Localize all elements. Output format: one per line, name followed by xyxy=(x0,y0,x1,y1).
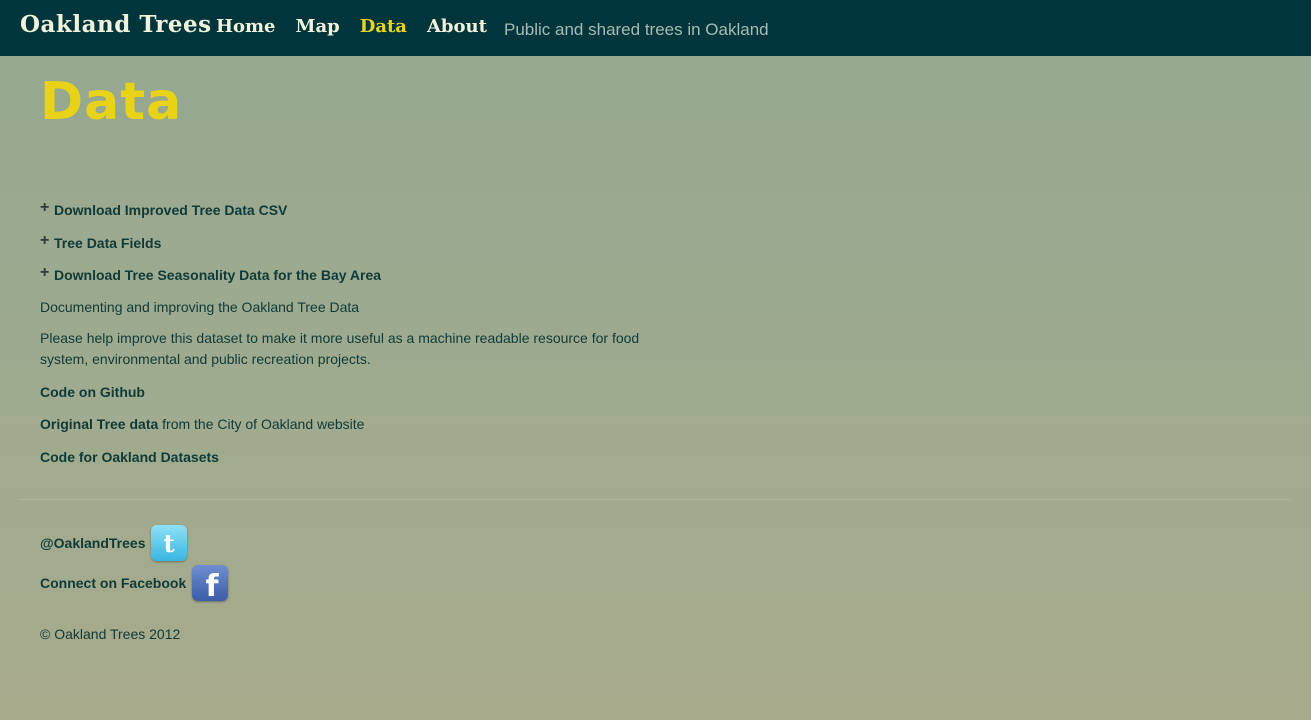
twitter-row: @OaklandTrees t xyxy=(40,525,188,561)
top-navbar: Oakland Trees Home Map Data About Public… xyxy=(0,0,1311,56)
intro-text: Documenting and improving the Oakland Tr… xyxy=(40,299,360,315)
section-toggle-data-fields[interactable]: + Tree Data Fields xyxy=(40,232,162,252)
facebook-icon[interactable]: f xyxy=(192,565,229,601)
nav-home[interactable]: Home xyxy=(216,16,276,37)
section-toggle-download-csv[interactable]: + Download Improved Tree Data CSV xyxy=(40,199,288,219)
nav-about[interactable]: About xyxy=(427,16,487,37)
plus-icon: + xyxy=(40,232,50,249)
section-toggle-seasonality[interactable]: + Download Tree Seasonality Data for the… xyxy=(40,264,382,284)
facebook-link[interactable]: Connect on Facebook xyxy=(40,575,186,591)
section-toggle-label: Download Tree Seasonality Data for the B… xyxy=(54,267,382,283)
original-data-suffix: from the City of Oakland website xyxy=(158,416,365,432)
github-link[interactable]: Code on Github xyxy=(40,384,145,400)
section-toggle-label: Tree Data Fields xyxy=(54,235,162,251)
footer-divider xyxy=(20,499,1291,500)
github-row: Code on Github xyxy=(40,382,680,403)
plus-icon: + xyxy=(40,199,50,216)
oakland-datasets-link[interactable]: Code for Oakland Datasets xyxy=(40,449,219,465)
twitter-icon[interactable]: t xyxy=(151,525,188,561)
main-nav: Home Map Data About xyxy=(216,16,507,37)
main-content: Data + Download Improved Tree Data CSV +… xyxy=(40,72,680,465)
help-text: Please help improve this dataset to make… xyxy=(40,330,640,367)
nav-map[interactable]: Map xyxy=(296,16,340,37)
brand-link[interactable]: Oakland Trees xyxy=(20,11,212,38)
original-data-link[interactable]: Original Tree data xyxy=(40,416,158,432)
section-toggle-label: Download Improved Tree Data CSV xyxy=(54,202,288,218)
datasets-row: Code for Oakland Datasets xyxy=(40,447,680,468)
nav-data[interactable]: Data xyxy=(360,16,407,37)
page-title: Data xyxy=(40,72,183,132)
copyright-text: © Oakland Trees 2012 xyxy=(40,626,181,642)
facebook-row: Connect on Facebook f xyxy=(40,565,229,601)
site-tagline: Public and shared trees in Oakland xyxy=(504,20,769,39)
svg-text:f: f xyxy=(206,569,220,598)
twitter-handle-link[interactable]: @OaklandTrees xyxy=(40,535,145,551)
plus-icon: + xyxy=(40,264,50,281)
original-data-row: Original Tree data from the City of Oakl… xyxy=(40,414,680,435)
svg-text:t: t xyxy=(164,530,175,556)
